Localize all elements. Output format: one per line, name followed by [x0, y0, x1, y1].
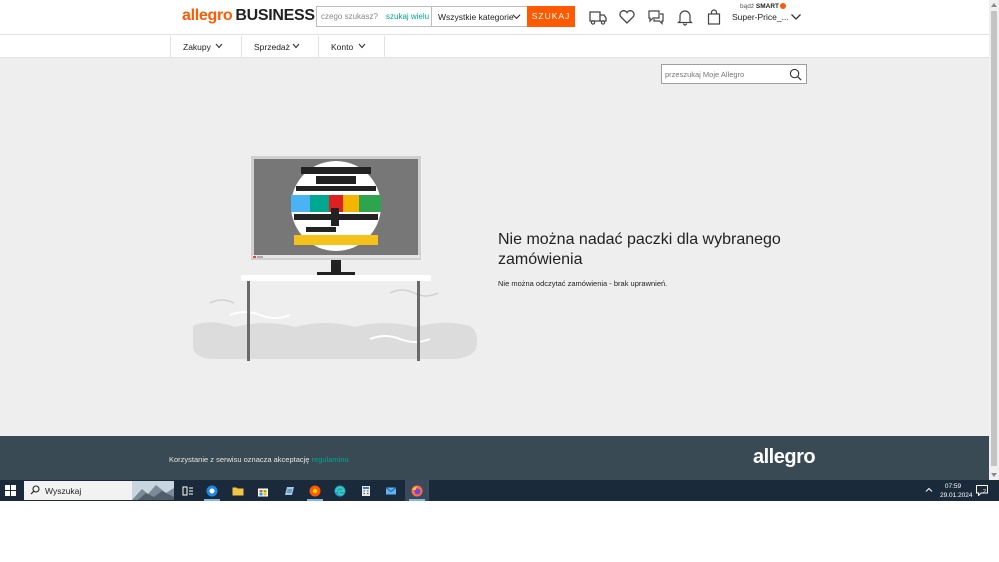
notification-center-button[interactable]: 2 — [976, 485, 988, 496]
footer-terms-label: Korzystanie z serwisu oznacza akceptację — [169, 455, 310, 464]
nav-item-label: Konto — [331, 42, 354, 52]
firefox-icon — [411, 485, 423, 497]
nav-item-label: Sprzedaż — [254, 42, 290, 52]
windows-taskbar: Wyszukaj 07:59 29.01.2024 2 — [0, 480, 999, 501]
smart-prefix-text: bądź — [740, 3, 756, 10]
error-title: Nie można nadać paczki dla wybranego zam… — [498, 231, 781, 268]
scroll-up-arrow-icon[interactable] — [991, 3, 997, 7]
store-bag-icon — [258, 488, 268, 497]
taskbar-app-firefox[interactable] — [405, 480, 429, 501]
clock-date: 29.01.2024 — [940, 492, 973, 499]
task-view-icon — [182, 486, 193, 496]
notification-count: 2 — [983, 489, 987, 495]
running-indicator — [409, 499, 425, 501]
footer-terms-text: Korzystanie z serwisu oznacza akceptację… — [169, 455, 349, 464]
blue-browser-icon — [206, 485, 218, 497]
taskbar-app-notepad[interactable] — [277, 480, 301, 501]
taskbar-app-store[interactable] — [251, 480, 275, 501]
account-nav-bar: Zakupy Sprzedaż Konto — [0, 36, 989, 58]
vertical-scrollbar[interactable] — [989, 0, 999, 480]
taskbar-app-edge[interactable] — [328, 480, 352, 501]
orange-app-icon — [309, 485, 321, 497]
error-description: Nie można odczytać zamówienia - brak upr… — [498, 279, 668, 288]
clock-time: 07:59 — [944, 483, 962, 490]
running-indicator — [307, 499, 323, 501]
search-many-link[interactable]: szukaj wielu — [386, 12, 429, 21]
logo-business-text: BUSINESS — [235, 7, 315, 24]
allegro-business-logo[interactable]: allegro BUSINESS — [182, 7, 315, 25]
main-search-box: szukaj wielu — [316, 6, 432, 27]
category-select-value: Wszystkie kategorie — [438, 12, 514, 22]
main-search-input[interactable] — [321, 9, 383, 24]
taskbar-app-mail[interactable] — [379, 480, 403, 501]
chevron-down-icon — [358, 43, 366, 49]
taskbar-app-browser-blue[interactable] — [200, 480, 224, 501]
chevron-down-icon — [215, 43, 223, 49]
category-select[interactable]: Wszystkie kategorie — [431, 6, 528, 27]
top-header: allegroBUSINESS szukaj wielu Wszystkie k… — [0, 0, 989, 35]
bell-icon[interactable] — [676, 8, 694, 26]
scrollbar-thumb[interactable] — [991, 11, 997, 466]
task-view-button[interactable] — [176, 480, 200, 501]
windows-start-icon[interactable] — [5, 485, 16, 496]
shopping-bag-icon[interactable] — [705, 8, 723, 26]
mail-icon — [385, 487, 397, 495]
page-footer: Korzystanie z serwisu oznacza akceptację… — [0, 436, 989, 480]
account-chevron-down-icon[interactable] — [790, 12, 802, 22]
main-content: Nie można nadać paczki dla wybranego zam… — [0, 58, 989, 436]
running-indicator — [204, 499, 220, 501]
calculator-icon — [362, 486, 370, 496]
smart-brand-text: SMART — [755, 3, 780, 10]
browser-viewport: allegroBUSINESS szukaj wielu Wszystkie k… — [0, 0, 999, 562]
messages-icon[interactable] — [647, 8, 665, 26]
allegro-footer-logo[interactable]: allegro — [753, 446, 816, 469]
taskbar-app-file-explorer[interactable] — [226, 480, 250, 501]
my-allegro-search-input[interactable] — [665, 68, 783, 81]
nav-item-zakupy[interactable]: Zakupy — [170, 36, 241, 58]
search-highlight-image-icon — [132, 481, 174, 500]
my-allegro-search-box — [661, 64, 807, 84]
taskbar-search-box[interactable]: Wyszukaj — [24, 481, 174, 500]
nav-item-sprzedaz[interactable]: Sprzedaż — [241, 36, 318, 58]
nav-item-konto[interactable]: Konto — [318, 36, 385, 58]
folder-icon — [232, 487, 244, 496]
logo-allegro-text: allegro — [182, 7, 233, 24]
search-icon[interactable] — [789, 68, 802, 81]
edge-icon — [334, 485, 346, 497]
show-hidden-icons-chevron-icon[interactable] — [925, 486, 933, 494]
search-icon — [30, 485, 40, 495]
heart-icon[interactable] — [618, 8, 636, 26]
smart-badge-icon — [780, 3, 787, 10]
notification-icon — [976, 485, 988, 496]
terms-link[interactable]: regulaminu — [312, 455, 349, 464]
scroll-down-arrow-icon[interactable] — [991, 473, 997, 477]
taskbar-clock[interactable]: 07:59 29.01.2024 — [940, 482, 973, 500]
taskbar-search-text: Wyszukaj — [45, 486, 82, 496]
chevron-down-icon — [512, 14, 521, 20]
delivery-truck-icon[interactable] — [588, 8, 608, 26]
broken-tv-illustration — [193, 156, 478, 361]
chevron-down-icon — [292, 43, 300, 49]
taskbar-app-calculator[interactable] — [354, 480, 378, 501]
search-button[interactable]: SZUKAJ — [527, 6, 575, 27]
account-name[interactable]: Super-Price_... — [732, 12, 789, 22]
notepad-icon — [285, 487, 294, 495]
smart-promo[interactable]: bądź SMART — [740, 3, 787, 10]
taskbar-app-orange[interactable] — [303, 480, 327, 501]
nav-item-label: Zakupy — [183, 42, 211, 52]
